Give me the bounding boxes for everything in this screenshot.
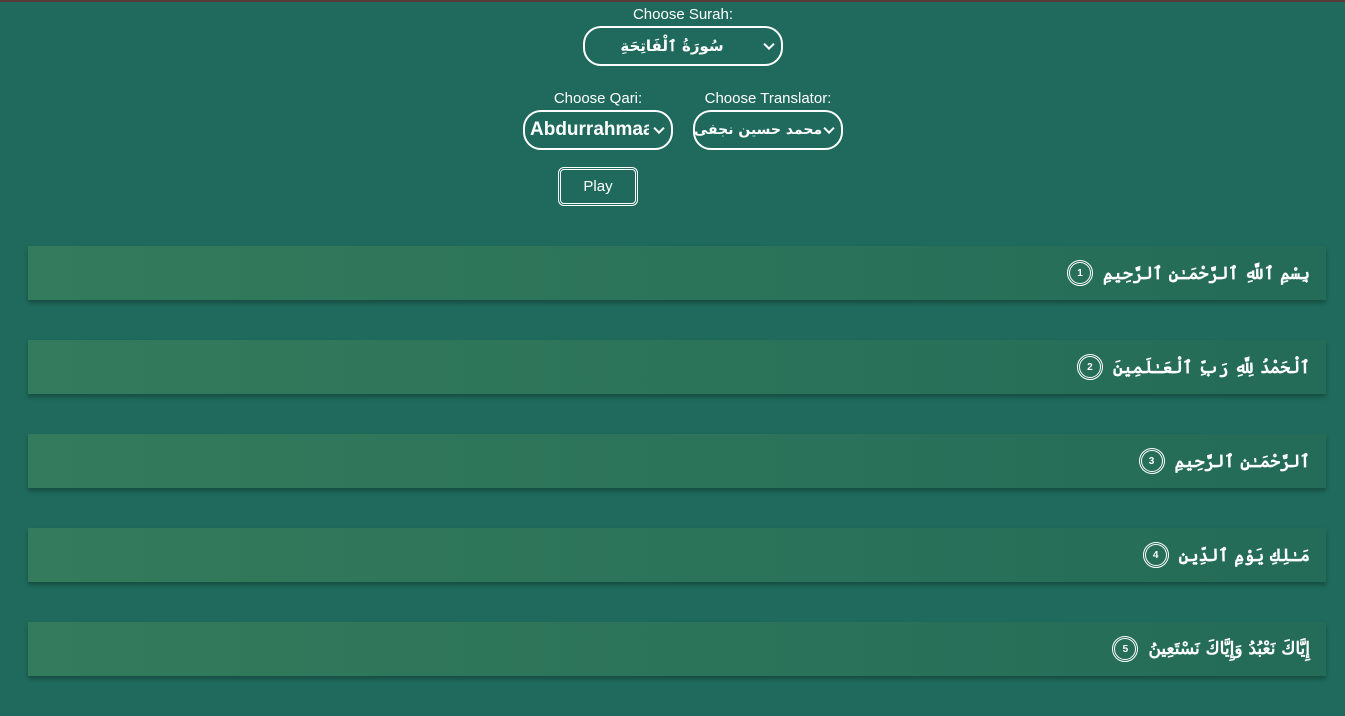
verse-text: ٱلرَّحْمَـٰنِ ٱلرَّحِيمِ	[1174, 451, 1310, 472]
verse-number-badge: 3	[1138, 448, 1165, 474]
verse-number-badge: 5	[1112, 636, 1139, 662]
verse-card[interactable]: مَـٰلِكِ يَوْمِ ٱلدِّينِ 4	[28, 528, 1326, 582]
verse-number-badge: 4	[1142, 542, 1169, 568]
qari-select-value: Abdurrahmaan As-Sudais	[530, 119, 649, 140]
verse-card[interactable]: بِسْمِ ٱللَّهِ ٱلرَّحْمَـٰنِ ٱلرَّحِيمِ …	[28, 246, 1326, 300]
verse-list: بِسْمِ ٱللَّهِ ٱلرَّحْمَـٰنِ ٱلرَّحِيمِ …	[28, 246, 1326, 716]
qari-select[interactable]: Abdurrahmaan As-Sudais	[523, 110, 673, 150]
translator-select[interactable]: محمد حسين نجفى	[693, 110, 843, 150]
verse-card[interactable]: ٱلرَّحْمَـٰنِ ٱلرَّحِيمِ 3	[28, 434, 1326, 488]
verse-text: بِسْمِ ٱللَّهِ ٱلرَّحْمَـٰنِ ٱلرَّحِيمِ	[1102, 263, 1310, 284]
verse-card[interactable]: ٱلْحَمْدُ لِلَّهِ رَبِّ ٱلْعَـٰلَمِينَ 2	[28, 340, 1326, 394]
verse-card[interactable]: إِيَّاكَ نَعْبُدُ وَإِيَّاكَ نَسْتَعِينُ…	[28, 622, 1326, 676]
qari-label: Choose Qari:	[553, 90, 643, 107]
play-button[interactable]: Play	[558, 167, 638, 206]
translator-select-value: محمد حسين نجفى	[693, 122, 823, 138]
verse-number-badge: 1	[1066, 260, 1093, 286]
chevron-down-icon	[653, 122, 665, 135]
controls-panel: Choose Surah: سُورَةُ ٱلْفَاتِحَةِ Choos…	[0, 0, 1345, 240]
chevron-down-icon	[763, 38, 775, 51]
translator-label: Choose Translator:	[704, 90, 832, 107]
verse-text: ٱلْحَمْدُ لِلَّهِ رَبِّ ٱلْعَـٰلَمِينَ	[1112, 357, 1310, 378]
surah-label: Choose Surah:	[632, 6, 734, 23]
surah-select[interactable]: سُورَةُ ٱلْفَاتِحَةِ	[583, 26, 783, 66]
surah-select-value: سُورَةُ ٱلْفَاتِحَةِ	[620, 37, 724, 55]
verse-text: مَـٰلِكِ يَوْمِ ٱلدِّينِ	[1178, 545, 1310, 566]
chevron-down-icon	[823, 122, 835, 135]
verse-text: إِيَّاكَ نَعْبُدُ وَإِيَّاكَ نَسْتَعِينُ	[1148, 639, 1310, 659]
verse-number-badge: 2	[1076, 354, 1103, 380]
